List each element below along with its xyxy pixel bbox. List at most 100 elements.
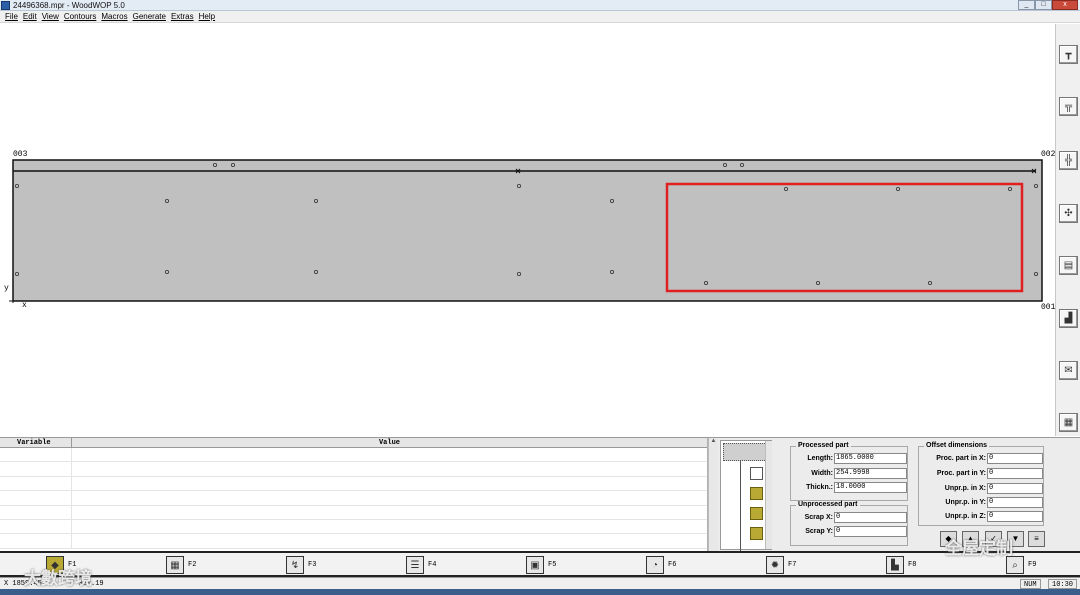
width-input[interactable]: 254.9998 [834,468,907,479]
fkey-f2-label: F2 [188,561,197,569]
fkey-f9-label: F9 [1028,561,1037,569]
fkey-f2[interactable]: ▦ F2 [166,556,196,574]
col-value: Value [378,439,400,447]
drill-bit-icon[interactable]: ╦ [1059,97,1078,116]
drill-node-icon[interactable] [750,527,763,540]
table-row[interactable] [0,519,707,535]
proc-x-input[interactable]: 0 [987,453,1043,464]
right-toolbar: ┳ ╦ ╬ ✣ ▤ ▟ ✉ ▦ [1055,24,1080,436]
col-variable: Variable [0,438,72,447]
drawing-canvas[interactable]: 003 002 001 y x [0,24,1055,436]
status-time: 10:30 [1048,579,1078,589]
minimize-button[interactable]: _ [1018,0,1035,10]
proc-x-label: Proc. part in X: [936,455,986,462]
table-row[interactable] [0,448,707,463]
axis-label-x: x [22,301,27,310]
simulation-icon: ◔ [646,556,664,574]
corner-label-001: 001 [1041,303,1056,312]
menu-extras[interactable]: Extras [171,12,194,21]
unpr-x-input[interactable]: 0 [987,483,1043,494]
routing-icon[interactable]: ▤ [1059,256,1078,275]
tree-scrollbar[interactable] [765,441,772,549]
fkey-f7-label: F7 [788,561,797,569]
component-icon[interactable]: ▟ [1059,309,1078,328]
vertical-drill-icon[interactable]: ┳ [1059,45,1078,64]
menu-file[interactable]: File [5,12,18,21]
width-label: Width: [811,470,833,477]
proc-x-field: Proc. part in X: 0 [919,453,1043,464]
scrap-y-field: Scrap Y: 0 [791,526,907,537]
thickness-input[interactable]: 18.0000 [834,482,907,493]
variables-icon: ▦ [166,556,184,574]
status-bar: X 1859.45 Y 329.19 NUM 10:30 [0,577,1080,589]
table-row[interactable] [0,505,707,520]
unpr-x-label: Unpr.p. in X: [944,485,986,492]
pocket-icon[interactable]: ✣ [1059,204,1078,223]
table-row[interactable] [0,491,707,506]
close-button[interactable]: x [1052,0,1078,10]
unprocessed-part-group: Unprocessed part Scrap X: 0 Scrap Y: 0 [790,501,908,546]
fkey-f8[interactable]: ▙ F8 [886,556,916,574]
unpr-y-label: Unpr.p. in Y: [945,499,986,506]
workpiece-drawing [9,159,1043,303]
proc-y-input[interactable]: 0 [987,468,1043,479]
tree-root-workpiece[interactable] [723,443,769,461]
menu-view[interactable]: View [42,12,59,21]
app-icon [1,0,10,10]
width-field: Width: 254.9998 [791,468,907,479]
drill-node-icon[interactable] [750,487,763,500]
macro-tree[interactable] [720,440,772,551]
axis-label-y: y [4,284,9,293]
table-row[interactable] [0,462,707,477]
fkey-f4[interactable]: ☰ F4 [406,556,436,574]
fkey-f6-label: F6 [668,561,677,569]
variables-table[interactable]: Variable Value [0,438,708,551]
scrap-y-label: Scrap Y: [805,528,833,535]
scrap-x-field: Scrap X: 0 [791,512,907,523]
menu-help[interactable]: Help [199,12,215,21]
watermark-left: 大數跨境 [24,569,92,589]
fkey-f8-label: F8 [908,561,917,569]
fkey-f6[interactable]: ◔ F6 [646,556,676,574]
offset-dimensions-title: Offset dimensions [924,442,990,449]
menu-edit[interactable]: Edit [23,12,37,21]
window-controls: _ □ x [1018,0,1078,10]
comment-node-icon[interactable] [750,467,763,480]
fkey-f5-label: F5 [548,561,557,569]
unprocessed-part-title: Unprocessed part [796,501,860,508]
settings-icon: ✹ [766,556,784,574]
unpr-y-field: Unpr.p. in Y: 0 [919,497,1043,508]
list-small-icon[interactable]: ≡ [1028,531,1045,547]
fkey-f5[interactable]: ▣ F5 [526,556,556,574]
woodwop-window: { "window": { "title": "24496368.mpr - W… [0,0,1080,595]
unpr-y-input[interactable]: 0 [987,497,1043,508]
thickness-label: Thickn.: [806,484,833,491]
unpr-z-label: Unpr.p. in Z: [945,513,986,520]
saw-icon[interactable]: ╬ [1059,151,1078,170]
menu-contours[interactable]: Contours [64,12,96,21]
scrap-x-input[interactable]: 0 [834,512,907,523]
table-row[interactable] [0,534,707,549]
length-input[interactable]: 1865.0000 [834,453,907,464]
macro-icon[interactable]: ▦ [1059,413,1078,432]
properties-panel: Variable Value ▲ Processed part Length: … [0,437,1080,551]
unpr-z-input[interactable]: 0 [987,511,1043,522]
maximize-button[interactable]: □ [1035,0,1052,10]
drill-node-icon[interactable] [750,507,763,520]
variables-header: Variable Value [0,438,707,448]
fkey-f7[interactable]: ✹ F7 [766,556,796,574]
edge-icon[interactable]: ✉ [1059,361,1078,380]
workpiece-panel [12,159,1043,302]
proc-y-label: Proc. part in Y: [936,470,986,477]
variables-scrollbar[interactable]: ▲ [708,438,718,551]
menu-macros[interactable]: Macros [101,12,127,21]
length-label: Length: [807,455,833,462]
processed-part-group: Processed part Length: 1865.0000 Width: … [790,442,908,501]
proc-y-field: Proc. part in Y: 0 [919,468,1043,479]
scroll-up-icon[interactable]: ▲ [709,438,718,447]
contour-icon: ↯ [286,556,304,574]
table-row[interactable] [0,476,707,492]
scrap-y-input[interactable]: 0 [834,526,907,537]
fkey-f3[interactable]: ↯ F3 [286,556,316,574]
menu-generate[interactable]: Generate [133,12,166,21]
